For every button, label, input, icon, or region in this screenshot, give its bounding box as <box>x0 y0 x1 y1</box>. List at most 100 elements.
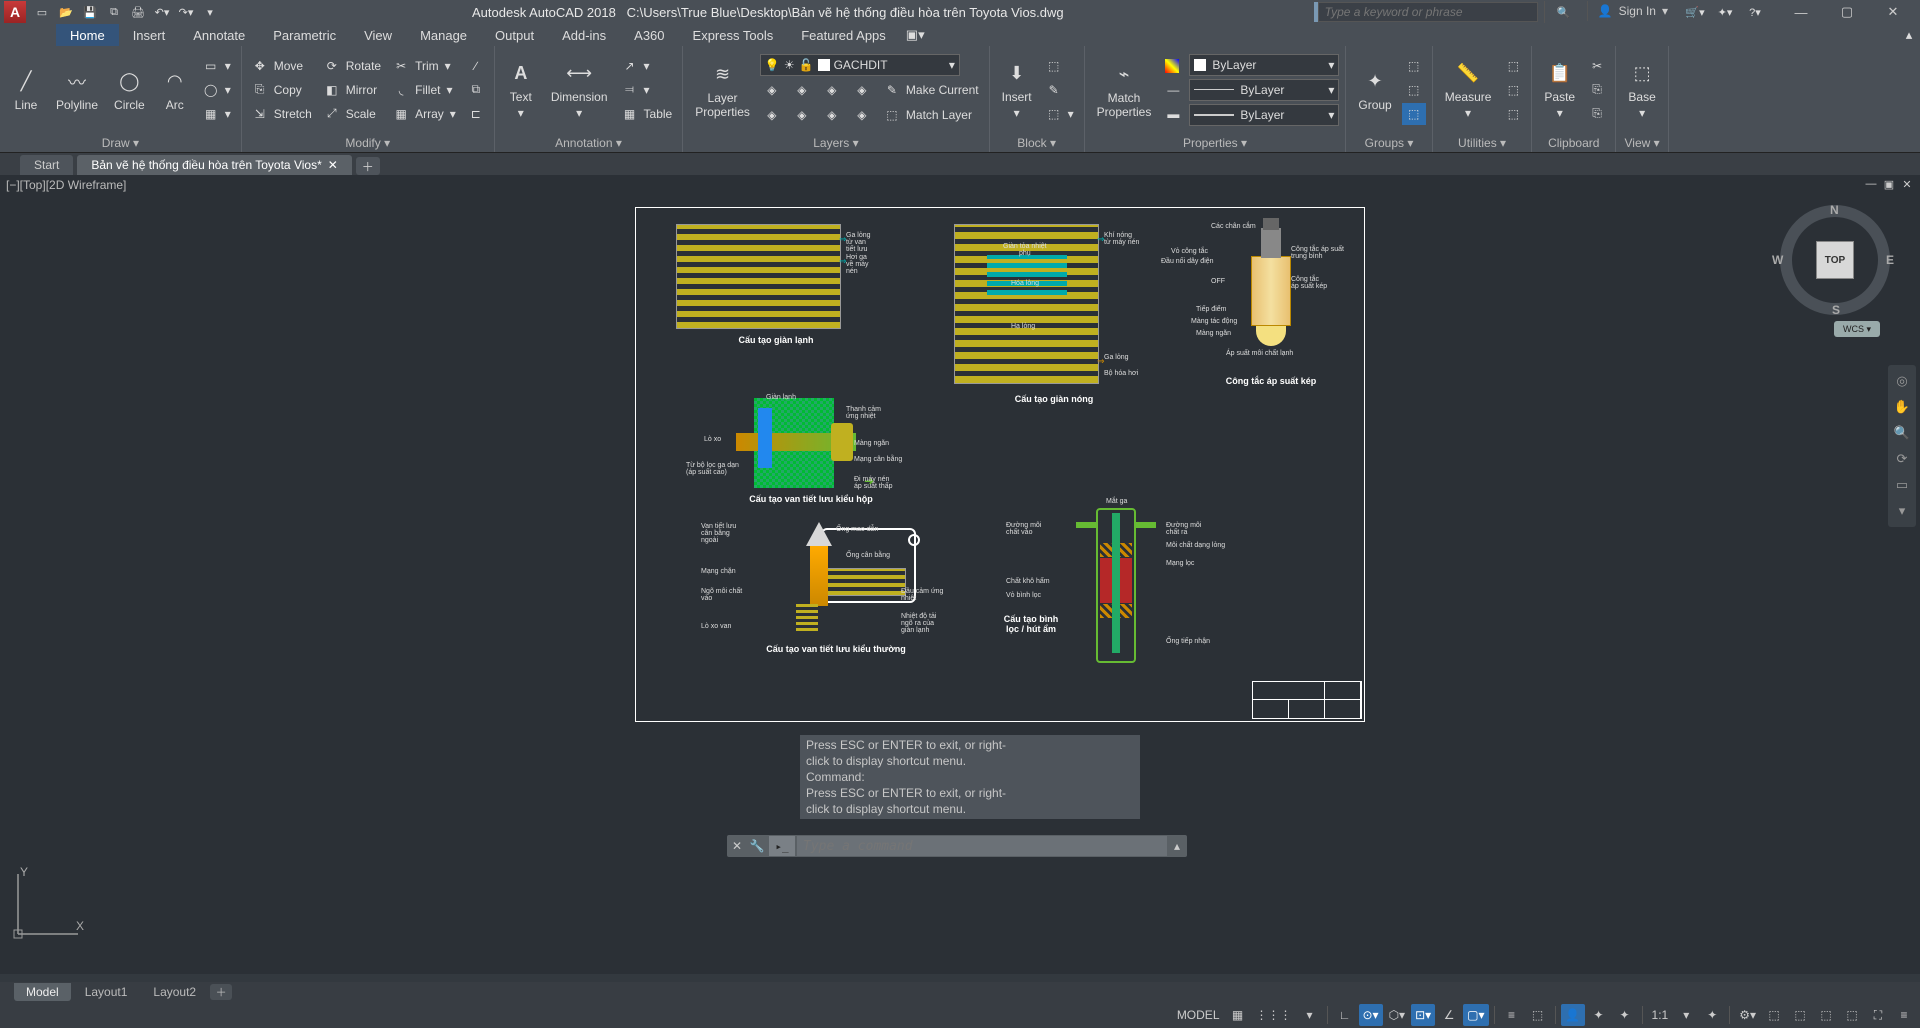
ellipse-button[interactable]: ◯▾ <box>199 79 235 101</box>
group-tool1[interactable]: ⬚ <box>1402 55 1426 77</box>
tab-view[interactable]: View <box>350 24 406 46</box>
linetype-dropdown[interactable]: ByLayer▾ <box>1189 79 1339 101</box>
text-button[interactable]: AText▾ <box>501 58 541 122</box>
paste-button[interactable]: 📋Paste▾ <box>1538 58 1581 122</box>
layer-tool3[interactable]: ◈ <box>820 79 844 101</box>
tab-annotate[interactable]: Annotate <box>179 24 259 46</box>
viewcube[interactable]: TOP N S E W <box>1780 205 1890 315</box>
util-tool2[interactable]: ⬚ <box>1501 79 1525 101</box>
scale-button[interactable]: ⤢Scale <box>320 103 385 125</box>
search-icon[interactable]: 🔍 <box>1551 1 1577 23</box>
help-icon[interactable]: ?▾ <box>1742 1 1768 23</box>
mirror-button[interactable]: ◧Mirror <box>320 79 385 101</box>
qp-toggle[interactable]: ⬚ <box>1788 1004 1812 1026</box>
units-toggle[interactable]: ⬚ <box>1762 1004 1786 1026</box>
nav-expand-icon[interactable]: ▾ <box>1888 498 1916 524</box>
arc-button[interactable]: ◠Arc <box>155 66 195 114</box>
a360-icon[interactable]: ✦▾ <box>1712 1 1738 23</box>
grid-toggle[interactable]: ▦ <box>1226 1004 1250 1026</box>
util-tool3[interactable]: ⬚ <box>1501 103 1525 125</box>
polyline-button[interactable]: 〰Polyline <box>50 66 104 114</box>
layout-tab-add-button[interactable]: ＋ <box>210 984 232 1000</box>
transparency-toggle[interactable]: ⬚ <box>1526 1004 1550 1026</box>
rectangle-button[interactable]: ▭▾ <box>199 55 235 77</box>
layer-dropdown[interactable]: 💡 ☀ 🔓 GACHDIT ▾ <box>760 54 960 76</box>
snap-toggle[interactable]: ⋮⋮⋮ <box>1252 1004 1296 1026</box>
linetype-tool[interactable]: — <box>1161 79 1185 101</box>
file-tab-add-button[interactable]: ＋ <box>356 157 380 175</box>
cmd-prompt-icon[interactable]: ▸_ <box>769 836 795 856</box>
viewport-controls-label[interactable]: [−][Top][2D Wireframe] — ▣ ✕ <box>0 175 1920 195</box>
viewcube-s[interactable]: S <box>1832 303 1840 317</box>
layout-tab-layout1[interactable]: Layout1 <box>73 983 140 1001</box>
file-tab-start[interactable]: Start <box>20 155 73 175</box>
panel-groups-title[interactable]: Groups ▾ <box>1346 133 1431 152</box>
measure-button[interactable]: 📏Measure▾ <box>1439 58 1498 122</box>
offset-button[interactable]: ⊏ <box>464 103 488 125</box>
isolate-toggle[interactable]: ⬚ <box>1840 1004 1864 1026</box>
viewcube-e[interactable]: E <box>1886 253 1894 267</box>
move-button[interactable]: ✥Move <box>248 55 316 77</box>
tab-express[interactable]: Express Tools <box>679 24 788 46</box>
nav-pan-icon[interactable]: ✋ <box>1888 394 1916 420</box>
save-icon[interactable]: 💾 <box>78 1 102 23</box>
base-button[interactable]: ⬚Base▾ <box>1622 58 1662 122</box>
tab-manage[interactable]: Manage <box>406 24 481 46</box>
tab-overflow[interactable]: ▣▾ <box>900 24 931 46</box>
close-button[interactable]: ✕ <box>1870 1 1916 23</box>
panel-view-title[interactable]: View ▾ <box>1616 133 1668 152</box>
search-input[interactable] <box>1318 2 1538 22</box>
trim-button[interactable]: ✂Trim ▾ <box>389 55 460 77</box>
undo-icon[interactable]: ↶▾ <box>150 1 174 23</box>
infer-toggle[interactable]: ▾ <box>1298 1004 1322 1026</box>
group-tool2[interactable]: ⬚ <box>1402 79 1426 101</box>
layer-properties-button[interactable]: ≋Layer Properties <box>689 59 756 121</box>
tab-parametric[interactable]: Parametric <box>259 24 350 46</box>
lineweight-dropdown[interactable]: ByLayer▾ <box>1189 104 1339 126</box>
wcs-badge[interactable]: WCS ▾ <box>1834 321 1880 337</box>
lineweight-tool[interactable]: ▬ <box>1161 103 1185 125</box>
dim-misc-button[interactable]: ⫤▾ <box>618 79 677 101</box>
panel-clipboard-title[interactable]: Clipboard <box>1532 133 1615 152</box>
layer-tool1[interactable]: ◈ <box>760 79 784 101</box>
signin-button[interactable]: 👤 Sign In ▾ <box>1587 1 1678 21</box>
polar-toggle[interactable]: ⊙▾ <box>1359 1004 1383 1026</box>
tab-insert[interactable]: Insert <box>119 24 180 46</box>
tab-output[interactable]: Output <box>481 24 548 46</box>
gizmo-toggle[interactable]: ✦ <box>1587 1004 1611 1026</box>
open-icon[interactable]: 📂 <box>54 1 78 23</box>
layer-tool7[interactable]: ◈ <box>820 104 844 126</box>
copybase-button[interactable]: ⎘ <box>1585 103 1609 125</box>
vp-minimize-button[interactable]: — <box>1864 177 1878 191</box>
annomon-toggle[interactable]: ✦ <box>1700 1004 1724 1026</box>
annoscale-toggle[interactable]: 1:1 <box>1648 1004 1673 1026</box>
nav-zoom-icon[interactable]: 🔍 <box>1888 420 1916 446</box>
table-button[interactable]: ▦Table <box>618 103 677 125</box>
make-current-button[interactable]: ✎Make Current <box>880 79 983 101</box>
nav-showmotion-icon[interactable]: ▭ <box>1888 472 1916 498</box>
print-icon[interactable]: 🖨 <box>126 1 150 23</box>
command-history[interactable]: Press ESC or ENTER to exit, or right- cl… <box>800 735 1140 819</box>
viewcube-n[interactable]: N <box>1830 203 1839 217</box>
group-tool3[interactable]: ⬚ <box>1402 103 1426 125</box>
color-dropdown[interactable]: ByLayer▾ <box>1189 54 1339 76</box>
hatch-button[interactable]: ▦▾ <box>199 103 235 125</box>
modelspace-toggle[interactable]: MODEL <box>1173 1004 1224 1026</box>
annoscale-dd[interactable]: ▾ <box>1674 1004 1698 1026</box>
file-tab-close-icon[interactable]: ✕ <box>328 158 338 172</box>
saveas-icon[interactable]: ⧉ <box>102 1 126 23</box>
line-button[interactable]: ╱Line <box>6 66 46 114</box>
vp-close-button[interactable]: ✕ <box>1900 177 1914 191</box>
minimize-button[interactable]: — <box>1778 1 1824 23</box>
cmd-close-icon[interactable]: ✕ <box>727 839 747 853</box>
layer-tool4[interactable]: ◈ <box>850 79 874 101</box>
stretch-button[interactable]: ⇲Stretch <box>248 103 316 125</box>
fillet-button[interactable]: ◟Fillet ▾ <box>389 79 460 101</box>
panel-modify-title[interactable]: Modify ▾ <box>242 133 494 152</box>
exchange-icon[interactable]: 🛒▾ <box>1682 1 1708 23</box>
match-layer-button[interactable]: ⬚Match Layer <box>880 104 976 126</box>
match-properties-button[interactable]: ⌁Match Properties <box>1091 59 1158 121</box>
dyninput-toggle[interactable]: ✦ <box>1613 1004 1637 1026</box>
panel-block-title[interactable]: Block ▾ <box>990 133 1084 152</box>
otrack-toggle[interactable]: ▢▾ <box>1463 1004 1488 1026</box>
